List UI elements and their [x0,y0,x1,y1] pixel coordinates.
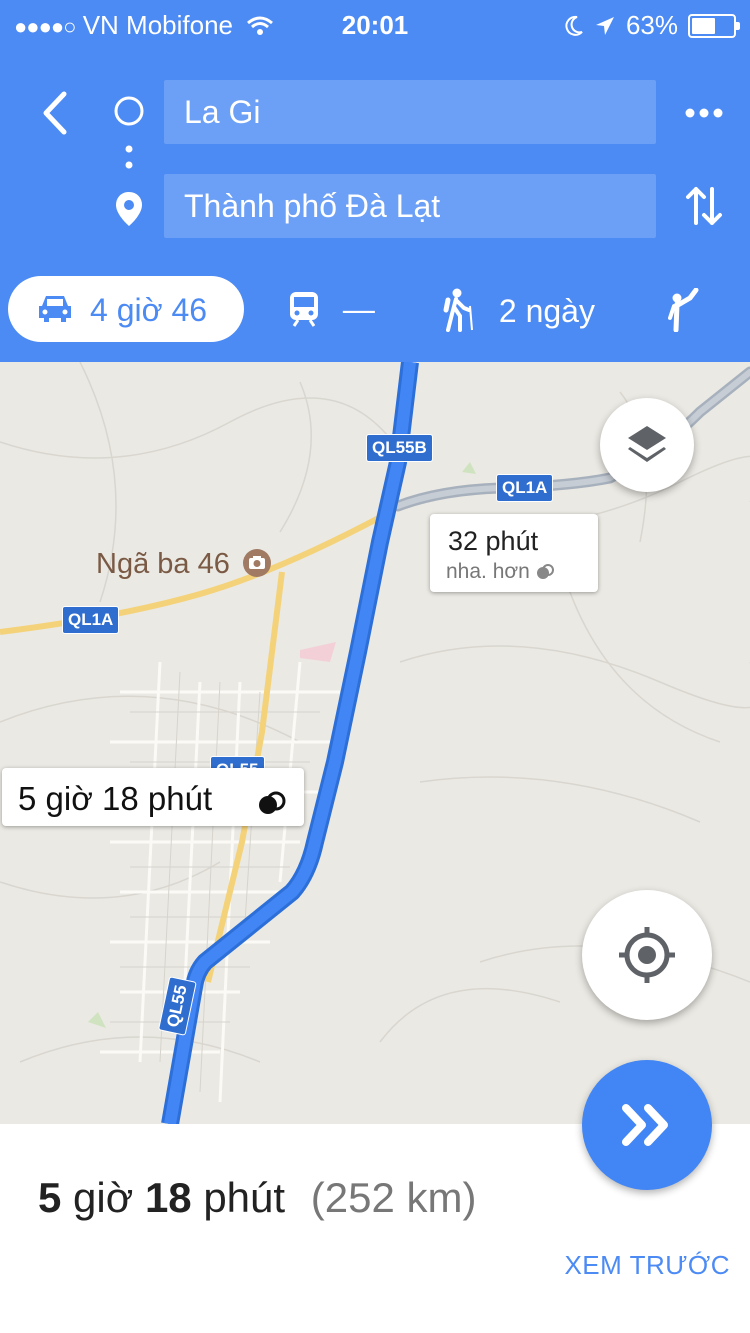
more-options-icon[interactable] [682,98,726,128]
road-label-ql1a-west: QL1A [62,606,120,634]
tab-ride-hailing[interactable] [666,287,700,340]
double-chevron-icon [622,1104,668,1146]
alt-route-note: nha. hơn [446,560,554,584]
walking-duration: 2 ngày [498,293,595,329]
status-bar: ●●●●○ VN Mobifone 20:01 63% [0,0,750,48]
location-arrow-icon [595,16,614,35]
my-location-button[interactable] [582,890,712,1020]
moon-icon [565,15,583,36]
car-icon [39,296,71,322]
start-navigation-button[interactable] [582,1060,712,1190]
origin-circle-icon [114,96,144,126]
swap-route-icon[interactable] [684,183,724,229]
battery-percent: 63% [625,10,678,40]
directions-header: ●●●●○ VN Mobifone 20:01 63% La Gi Thành … [0,0,750,362]
origin-field[interactable]: La Gi [164,80,656,144]
layers-button[interactable] [600,398,694,492]
train-icon [290,292,318,327]
route-distance: (252 km) [310,1174,477,1221]
layers-icon [628,426,666,462]
hail-person-icon [668,287,699,333]
hiking-icon [443,288,473,332]
destination-field[interactable]: Thành phố Đà Lạt [164,174,656,238]
main-route-bubble[interactable]: 5 giờ 18 phút [2,768,304,826]
duration-minutes: 18 [144,1174,192,1221]
camera-poi-icon [242,549,271,577]
road-label-ql1a-east: QL1A [496,474,554,502]
driving-duration: 4 giờ 46 [90,292,208,328]
alt-route-note-text: nha. hơn [446,560,530,583]
duration-minutes-unit: phút [203,1174,286,1221]
toll-icon [259,791,286,814]
preview-button[interactable]: XEM TRƯỚC [564,1250,730,1281]
battery-icon [688,13,740,38]
tab-walking[interactable]: 2 ngày [442,288,595,332]
tab-transit[interactable]: — [288,290,375,328]
toll-icon [536,564,554,579]
travel-mode-tabs: 4 giờ 46 — 2 ngày [0,276,750,346]
road-label-ql55b: QL55B [366,434,433,462]
main-route-time: 5 giờ 18 phút [18,780,213,817]
transit-duration: — [342,291,375,327]
place-label[interactable]: Ngã ba 46 [96,548,272,581]
tab-driving[interactable]: 4 giờ 46 [8,276,244,342]
alt-route-bubble[interactable]: 32 phút nha. hơn [430,514,598,592]
crosshair-icon [619,927,675,983]
destination-pin-icon [116,192,142,226]
back-arrow-icon[interactable] [36,88,76,138]
place-name: Ngã ba 46 [96,548,230,580]
route-dots-icon [125,145,133,169]
duration-hours: 5 [38,1174,62,1221]
alt-route-time: 32 phút [448,526,539,556]
battery-level [692,17,715,34]
duration-hours-unit: giờ [73,1174,134,1221]
route-summary: 5 giờ 18 phút (252 km) [38,1174,476,1222]
map-view[interactable]: QL55B QL1A QL1A QL55 QL55 Ngã ba 46 32 p… [0,362,750,1124]
